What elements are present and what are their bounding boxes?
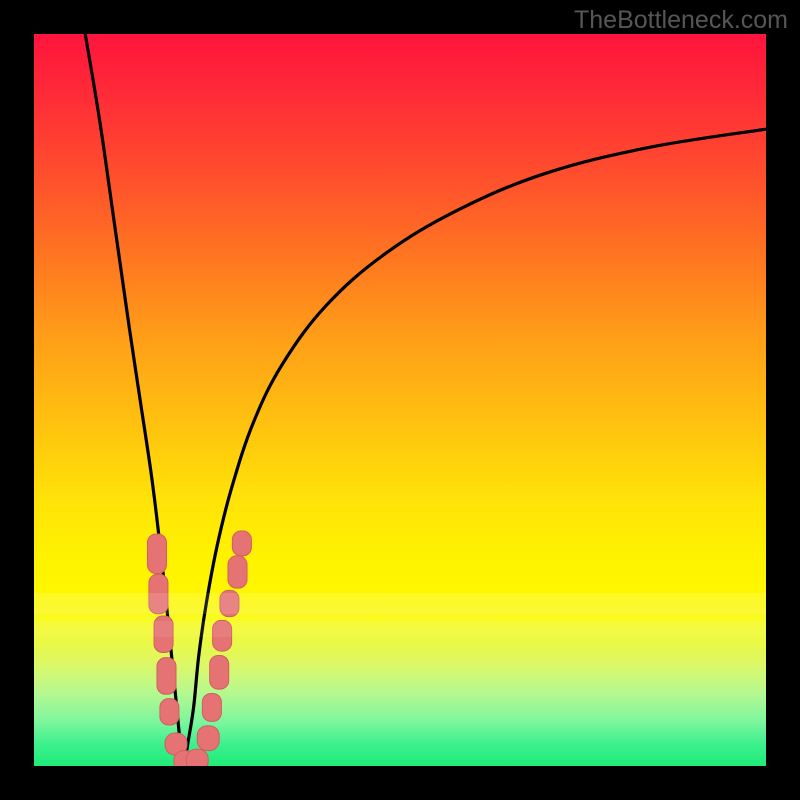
plot-area [34,34,766,766]
curve-layer [85,34,766,766]
curve-marker [210,655,229,689]
curve-marker [147,534,166,574]
outer-frame: TheBottleneck.com [0,0,800,800]
curve-marker [160,699,179,725]
curve-marker [228,556,247,588]
curve-marker [197,726,219,751]
highlight-band-1 [34,593,766,613]
curve-marker [157,658,176,695]
chart-svg [34,34,766,766]
curve-marker [202,694,221,722]
bottleneck-curve [85,34,766,766]
watermark-text: TheBottleneck.com [574,6,788,35]
highlight-band-2 [34,621,766,637]
curve-marker [186,749,208,766]
curve-marker [232,531,251,556]
